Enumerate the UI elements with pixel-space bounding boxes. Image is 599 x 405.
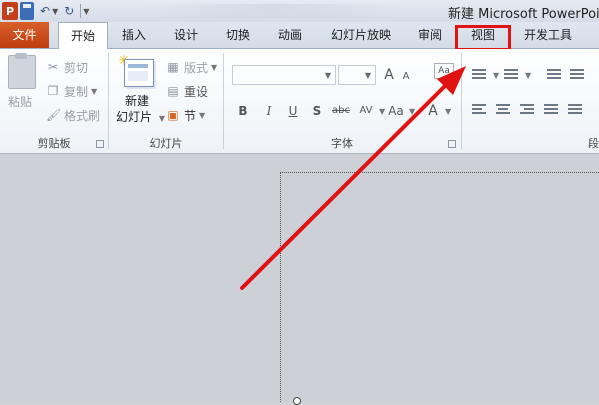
annotation-arrow <box>240 66 466 290</box>
